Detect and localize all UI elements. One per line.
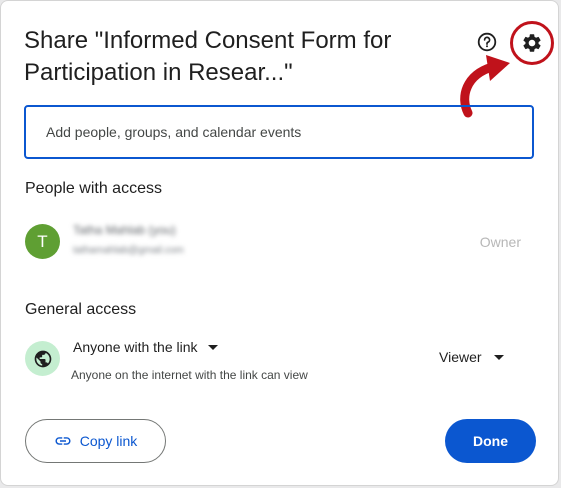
- copy-link-label: Copy link: [79, 433, 138, 449]
- globe-icon: [34, 350, 51, 367]
- chevron-down-icon: [493, 354, 504, 360]
- gear-icon: [523, 34, 541, 52]
- general-access-dropdown[interactable]: Anyone with the link: [73, 339, 218, 355]
- person-name: Tatha Mahlab (you): [73, 223, 176, 237]
- role-selected: Viewer: [439, 349, 482, 365]
- share-dialog: Share "Informed Consent Form for Partici…: [0, 0, 559, 486]
- general-access-selected: Anyone with the link: [73, 339, 198, 355]
- globe-badge: [25, 341, 60, 376]
- link-icon: [55, 437, 71, 445]
- done-button[interactable]: Done: [445, 419, 536, 463]
- help-button[interactable]: [476, 31, 498, 53]
- settings-button[interactable]: [510, 21, 554, 65]
- owner-role-label: Owner: [479, 234, 521, 250]
- chevron-down-icon: [207, 344, 218, 350]
- general-access-heading: General access: [25, 301, 137, 318]
- add-people-field[interactable]: [24, 105, 534, 159]
- role-dropdown[interactable]: Viewer: [439, 349, 504, 365]
- avatar: T: [25, 224, 60, 259]
- person-row: T Tatha Mahlab (you) tathamahlab@gmail.c…: [25, 223, 535, 263]
- person-email: tathamahlab@gmail.com: [73, 245, 184, 256]
- copy-link-button[interactable]: Copy link: [25, 419, 166, 463]
- people-with-access-heading: People with access: [25, 180, 162, 197]
- dialog-title: Share "Informed Consent Form for Partici…: [24, 27, 392, 86]
- general-access-description: Anyone on the internet with the link can…: [71, 368, 308, 382]
- add-people-input[interactable]: [26, 107, 532, 157]
- help-circle-icon: [477, 32, 497, 52]
